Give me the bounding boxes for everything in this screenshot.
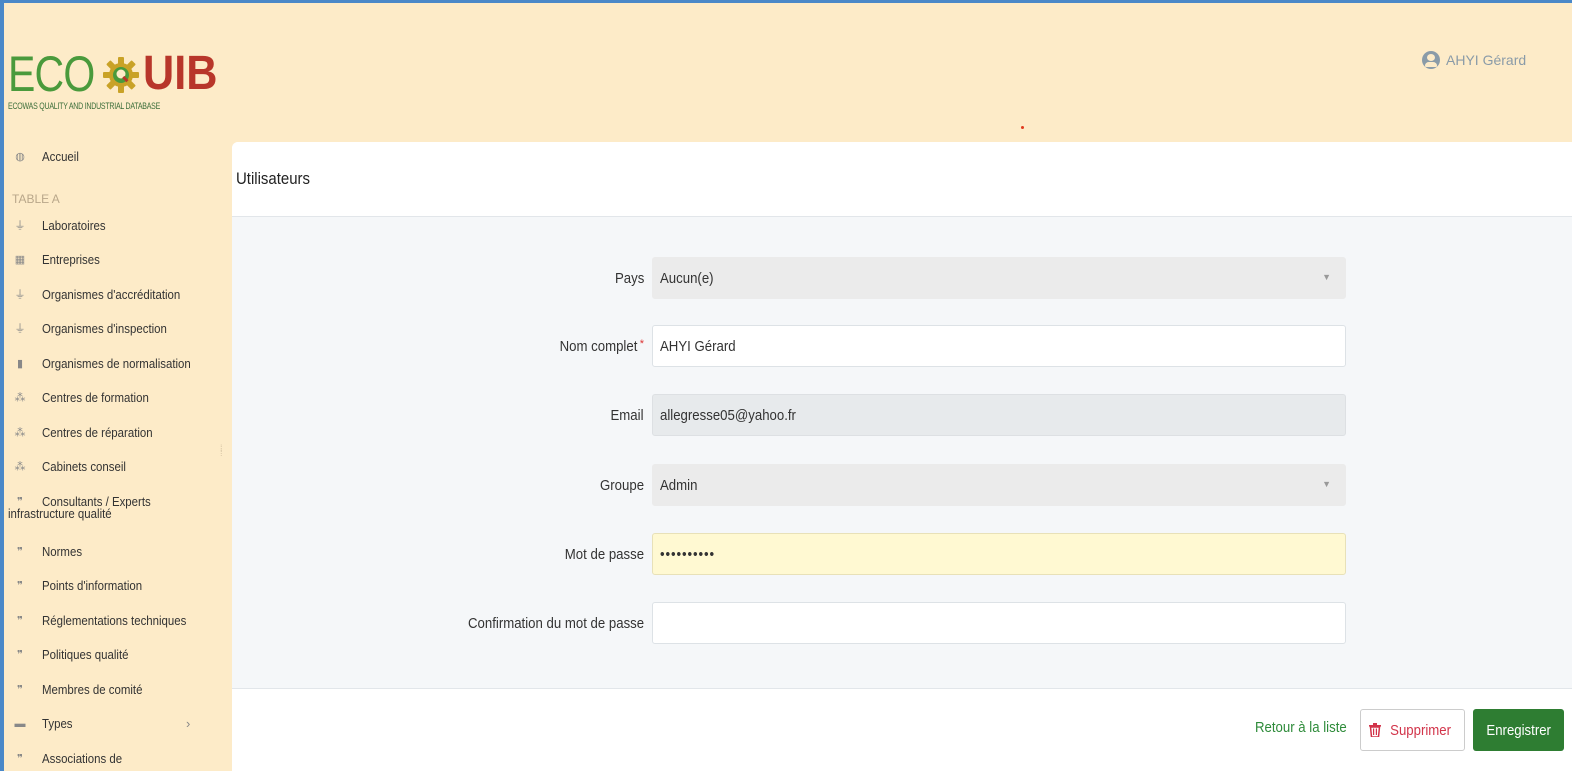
save-button-label: Enregistrer: [1486, 721, 1551, 739]
sidebar-item-centres-reparation[interactable]: ⁂ Centres de réparation: [8, 421, 228, 456]
confirm-password-input[interactable]: [652, 602, 1346, 644]
sidebar-item-label: Organismes d'accréditation: [42, 286, 181, 302]
groupe-select[interactable]: Admin ▼: [652, 464, 1346, 506]
sidebar-item-label: Laboratoires: [42, 217, 106, 233]
sidebar-item-label-line2: infrastructure qualité: [8, 505, 112, 521]
sidebar-item-label: Réglementations techniques: [42, 612, 187, 628]
caret-down-icon: ▼: [1322, 479, 1331, 489]
user-form: Pays Aucun(e) ▼ Nom complet * AHYI Gérard…: [232, 217, 1572, 687]
quote-icon: ❞: [17, 545, 23, 558]
sidebar-item-organismes-inspection[interactable]: ⏚ Organismes d'inspection: [8, 317, 228, 352]
quote-icon: ❞: [17, 649, 23, 661]
form-row-password: Mot de passe ••••••••••: [232, 533, 1572, 575]
password-input[interactable]: ••••••••••: [652, 533, 1346, 575]
sidebar-item-politiques-qualite[interactable]: ❞ Politiques qualité: [8, 643, 228, 678]
sidebar-item-centres-formation[interactable]: ⁂ Centres de formation: [8, 386, 228, 421]
logo-subtitle: ECOWAS QUALITY AND INDUSTRIAL DATABASE: [8, 101, 161, 111]
sidebar-item-membres-comite[interactable]: ❞ Membres de comité: [8, 678, 228, 713]
delete-button[interactable]: Supprimer: [1360, 709, 1465, 751]
sidebar-item-consultants-experts[interactable]: ❞ Consultants / Experts infrastructure q…: [8, 490, 228, 540]
logo[interactable]: ECO UIB ECOWAS QUALITY AND INDUSTRIAL DA…: [8, 47, 228, 122]
flask-icon: ⏚: [14, 219, 26, 232]
book-icon: ▮: [16, 357, 24, 370]
confirm-password-label: Confirmation du mot de passe: [467, 614, 644, 632]
save-button[interactable]: Enregistrer: [1473, 709, 1564, 751]
nom-complet-input[interactable]: AHYI Gérard: [652, 325, 1346, 367]
form-row-email: Email allegresse05@yahoo.fr: [232, 394, 1572, 436]
sidebar-item-label: Membres de comité: [42, 681, 143, 697]
dashboard-icon: ◍: [15, 151, 25, 163]
sidebar-item-label: Politiques qualité: [42, 647, 129, 662]
pays-select[interactable]: Aucun(e) ▼: [652, 257, 1346, 299]
sidebar-item-label: Normes: [42, 543, 83, 559]
form-row-confirm: Confirmation du mot de passe: [232, 602, 1572, 644]
folder-icon: ▬: [14, 718, 26, 730]
sidebar-item-organismes-normalisation[interactable]: ▮ Organismes de normalisation: [8, 352, 228, 387]
quote-icon: ❞: [17, 752, 23, 765]
back-to-list-link[interactable]: Retour à la liste: [1255, 719, 1347, 736]
flask-icon: ⏚: [14, 288, 26, 301]
sidebar-item-associations[interactable]: ❞ Associations de: [8, 747, 228, 771]
sitemap-icon: ⁂: [14, 426, 26, 439]
logo-uib-text: UIB: [143, 47, 218, 100]
app-frame: ECO UIB ECOWAS QUALITY AND INDUSTRIAL DA…: [0, 0, 1572, 771]
email-field[interactable]: allegresse05@yahoo.fr: [652, 394, 1346, 436]
panel-footer: Retour à la liste Supprimer Enregistrer: [232, 688, 1572, 771]
delete-button-label: Supprimer: [1390, 721, 1452, 739]
nom-label: Nom complet *: [559, 337, 644, 355]
sidebar-item-organismes-accreditation[interactable]: ⏚ Organismes d'accréditation: [8, 283, 228, 318]
sidebar-item-label: Associations de: [42, 750, 123, 766]
sidebar-item-accueil[interactable]: ◍ Accueil: [8, 145, 228, 180]
quote-icon: ❞: [17, 614, 23, 627]
building-icon: ▦: [14, 254, 26, 266]
user-circle-icon: [1422, 51, 1440, 69]
form-row-pays: Pays Aucun(e) ▼: [232, 257, 1572, 299]
pays-label: Pays: [614, 269, 644, 287]
sidebar-item-label: Organismes de normalisation: [42, 355, 191, 371]
sidebar-item-normes[interactable]: ❞ Normes: [8, 540, 228, 575]
quote-icon: ❞: [17, 683, 23, 696]
form-row-groupe: Groupe Admin ▼: [232, 464, 1572, 506]
sidebar-item-reglementations[interactable]: ❞ Réglementations techniques: [8, 609, 228, 644]
user-name: AHYI Gérard: [1446, 52, 1527, 68]
password-label: Mot de passe: [564, 545, 644, 563]
sidebar-item-label: Entreprises: [42, 252, 100, 267]
quote-icon: ❞: [17, 580, 23, 592]
gear-logo-icon: [103, 57, 140, 93]
caret-down-icon: ▼: [1322, 272, 1331, 282]
user-menu[interactable]: AHYI Gérard: [1422, 51, 1526, 69]
sidebar: ◍ Accueil TABLE A ⏚ Laboratoires ▦ Entre…: [8, 145, 228, 771]
sidebar-item-entreprises[interactable]: ▦ Entreprises: [8, 248, 228, 283]
sitemap-icon: ⁂: [14, 461, 26, 473]
sidebar-section-label: TABLE A: [12, 191, 60, 206]
groupe-label: Groupe: [599, 476, 644, 494]
sitemap-icon: ⁂: [14, 392, 26, 404]
logo-eco-text: ECO: [8, 46, 95, 102]
form-row-nom: Nom complet * AHYI Gérard: [232, 325, 1572, 367]
sidebar-item-cabinets-conseil[interactable]: ⁂ Cabinets conseil: [8, 455, 228, 490]
flask-icon: ⏚: [14, 323, 26, 335]
sidebar-item-laboratoires[interactable]: ⏚ Laboratoires: [8, 214, 228, 249]
sidebar-item-types[interactable]: ▬ Types ›: [8, 712, 228, 747]
required-marker: *: [639, 337, 644, 350]
sidebar-item-points-information[interactable]: ❞ Points d'information: [8, 574, 228, 609]
main-panel: Utilisateurs Pays Aucun(e) ▼ Nom complet…: [232, 142, 1572, 771]
chevron-right-icon: ›: [186, 716, 191, 731]
panel-header: Utilisateurs: [232, 142, 1572, 217]
sidebar-item-label: Cabinets conseil: [42, 459, 126, 474]
trash-icon: [1369, 723, 1382, 737]
sidebar-item-label: Organismes d'inspection: [42, 321, 167, 336]
decorative-dot: [1021, 126, 1024, 129]
sidebar-item-label: Accueil: [42, 149, 79, 164]
email-label: Email: [610, 406, 644, 424]
sidebar-item-label: Centres de formation: [42, 390, 149, 405]
sidebar-item-label: Centres de réparation: [42, 424, 153, 440]
sidebar-item-label: Points d'information: [42, 578, 143, 593]
sidebar-item-label: Types: [42, 716, 73, 731]
sidebar-resize-handle[interactable]: ⁞ ⁞: [220, 444, 226, 462]
page-title: Utilisateurs: [236, 169, 311, 188]
